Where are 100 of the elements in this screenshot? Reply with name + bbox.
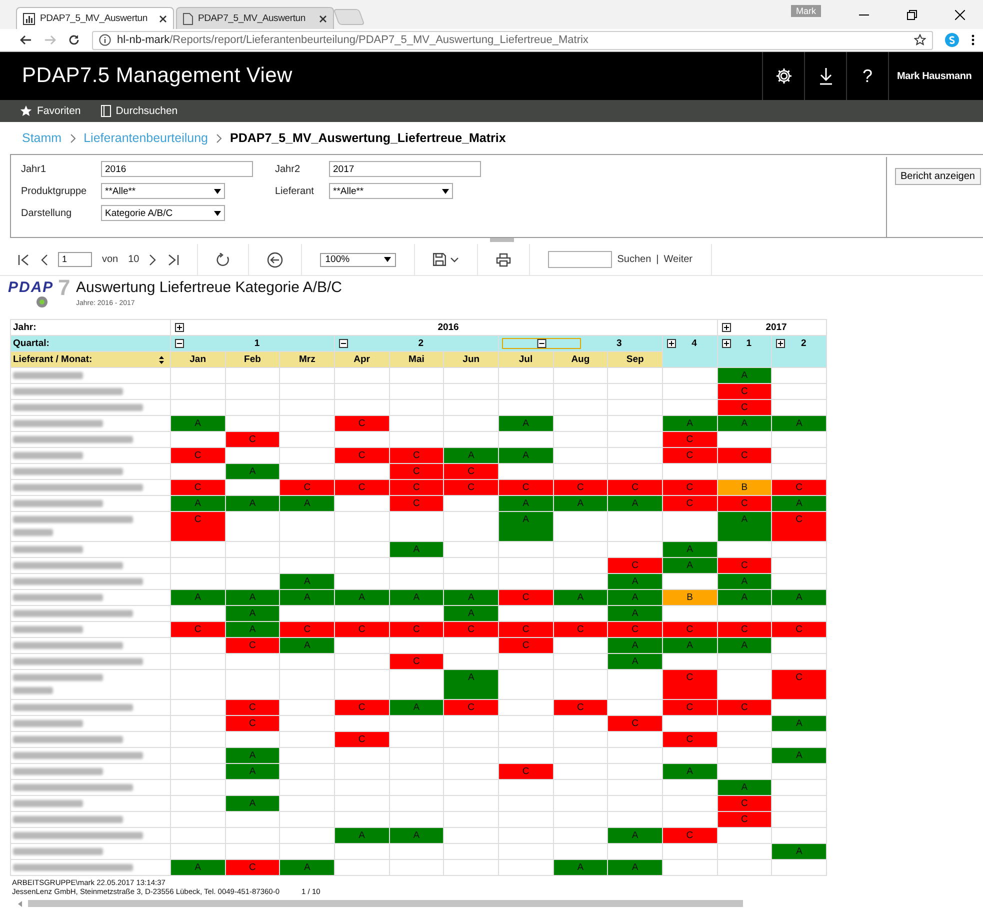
dropdown[interactable]: **Alle**	[101, 183, 225, 199]
browser-tab[interactable]: PDAP7_5_MV_Auswertun	[16, 7, 174, 29]
grade-cell: A	[498, 448, 554, 464]
collapse-icon[interactable]	[502, 339, 580, 348]
refresh-icon[interactable]	[216, 252, 230, 266]
grade-cell: C	[498, 638, 554, 654]
close-icon[interactable]	[319, 14, 327, 22]
scrollbar-thumb[interactable]	[28, 900, 743, 907]
grade-cell: C	[280, 480, 334, 496]
browser-tab[interactable]: PDAP7_5_MV_Auswertun	[176, 7, 334, 29]
grade-cell: C	[444, 464, 498, 480]
restore-icon[interactable]	[907, 10, 917, 20]
row-header: Jahr:	[10, 320, 170, 336]
column-header: Feb	[225, 352, 280, 368]
grade-cell: C	[498, 764, 554, 780]
column-header: Mrz	[280, 352, 334, 368]
close-icon[interactable]	[955, 10, 965, 20]
search-field[interactable]	[548, 251, 612, 268]
print-icon[interactable]	[496, 252, 512, 266]
menu-icon[interactable]	[971, 34, 975, 46]
next-page-icon[interactable]	[149, 254, 158, 266]
column-header: 2	[334, 336, 498, 352]
grade-cell: C	[170, 480, 226, 496]
export-button[interactable]	[433, 253, 460, 266]
expand-icon[interactable]	[722, 339, 731, 348]
nav-item[interactable]: Favoriten	[20, 105, 81, 117]
grade-cell: C	[170, 512, 226, 542]
nav-item[interactable]: Durchsuchen	[100, 105, 178, 117]
sort-icon	[159, 356, 164, 364]
blurred-name	[13, 720, 83, 727]
input-field[interactable]: 2016	[101, 161, 253, 177]
grade-cell: C	[334, 448, 390, 464]
grade-cell: A	[553, 496, 608, 512]
field-label: Jahr2	[275, 164, 302, 174]
page-number-field[interactable]: 1	[58, 252, 92, 267]
grade-cell: C	[498, 622, 554, 638]
find-link[interactable]: Suchen	[617, 254, 652, 265]
grade-cell: C	[553, 700, 608, 716]
grade-cell: A	[444, 448, 498, 464]
grade-cell: C	[662, 432, 718, 448]
grade-cell: B	[717, 480, 772, 496]
reload-icon[interactable]	[68, 34, 80, 46]
grade-cell: C	[717, 812, 772, 828]
splitter-handle[interactable]	[490, 238, 514, 242]
document-icon	[183, 12, 193, 24]
grade-cell: A	[389, 542, 444, 558]
field-label: Darstellung	[21, 208, 73, 218]
grade-cell: C	[662, 496, 718, 512]
grade-cell: A	[608, 606, 662, 622]
grade-cell: A	[280, 574, 334, 590]
address-field[interactable]: hl-nb-mark/Reports/report/Lieferantenbeurteilung/PDAP7_5_MV_Auswertung_Liefertreue_Matrix	[92, 30, 933, 50]
dropdown[interactable]: Kategorie A/B/C	[101, 205, 225, 221]
grade-cell: C	[498, 590, 554, 606]
next-link[interactable]: Weiter	[664, 254, 692, 265]
expand-icon[interactable]	[722, 323, 731, 332]
grade-cell: A	[717, 512, 772, 542]
view-report-button[interactable]: Bericht anzeigen	[894, 168, 981, 185]
grade-cell: C	[662, 448, 718, 464]
grade-cell: A	[717, 780, 772, 796]
grade-cell: C	[170, 448, 226, 464]
grade-cell: C	[717, 496, 772, 512]
star-icon[interactable]	[914, 34, 926, 46]
back-icon[interactable]	[20, 34, 32, 46]
row-header: Quartal:	[10, 336, 170, 352]
grade-cell: C	[225, 700, 280, 716]
first-page-icon[interactable]	[18, 254, 30, 266]
grade-cell: A	[662, 542, 718, 558]
grade-cell: A	[553, 590, 608, 606]
previous-page-icon[interactable]	[40, 254, 48, 266]
grade-cell: C	[444, 700, 498, 716]
expand-icon[interactable]	[175, 323, 184, 332]
collapse-icon[interactable]	[175, 339, 184, 348]
grade-cell: A	[280, 496, 334, 512]
grade-cell: C	[772, 512, 826, 542]
grade-cell: C	[608, 716, 662, 732]
chevron-icon	[216, 134, 222, 142]
expand-icon[interactable]	[666, 339, 676, 348]
close-icon[interactable]	[159, 14, 167, 22]
grade-cell: C	[334, 700, 390, 716]
caret-icon	[384, 257, 392, 262]
sort-header[interactable]: Lieferant / Monat:	[10, 352, 170, 368]
grade-cell: A	[772, 716, 826, 732]
column-header: 1	[717, 336, 772, 368]
blurred-name	[13, 626, 83, 633]
column-header: 1	[170, 336, 334, 352]
caret-icon	[442, 188, 449, 194]
grade-cell: A	[334, 590, 390, 606]
grade-cell: A	[334, 828, 390, 844]
extension-icon[interactable]	[945, 33, 959, 47]
input-field[interactable]: 2017	[329, 161, 481, 177]
scroll-left-icon[interactable]	[18, 900, 22, 906]
last-page-icon[interactable]	[167, 254, 180, 266]
collapse-icon[interactable]	[338, 339, 348, 348]
zoom-dropdown[interactable]: 100%	[320, 252, 396, 266]
grade-cell: A	[772, 748, 826, 764]
grade-cell: C	[334, 732, 390, 748]
grade-cell: A	[772, 496, 826, 512]
dropdown[interactable]: **Alle**	[329, 183, 453, 199]
expand-icon[interactable]	[776, 339, 786, 348]
back-icon[interactable]	[267, 252, 284, 268]
